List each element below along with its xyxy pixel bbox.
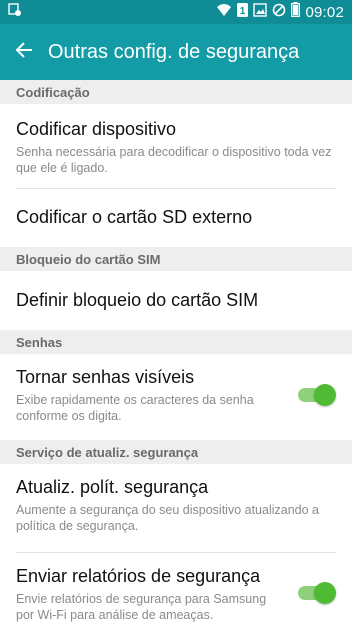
- setting-title: Definir bloqueio do cartão SIM: [16, 290, 259, 310]
- settings-list: Codificação Codificar dispositivo Senha …: [0, 80, 352, 625]
- image-icon: [253, 2, 268, 22]
- setting-title: Codificar o cartão SD externo: [16, 207, 253, 227]
- setting-summary: Envie relatórios de segurança para Samsu…: [16, 592, 267, 622]
- sim-label: 1: [240, 6, 246, 17]
- setting-summary: Senha necessária para decodificar o disp…: [16, 145, 332, 175]
- setting-enviar-relatorios[interactable]: Enviar relatórios de segurança Envie rel…: [0, 553, 352, 625]
- setting-codificar-dispositivo[interactable]: Codificar dispositivo Senha necessária p…: [0, 104, 352, 188]
- status-left: [8, 2, 22, 22]
- setting-title: Codificar dispositivo: [16, 119, 177, 139]
- setting-title: Enviar relatórios de segurança: [16, 566, 261, 586]
- page-title: Outras config. de segurança: [48, 40, 300, 63]
- setting-summary: Exibe rapidamente os caracteres da senha…: [16, 393, 254, 423]
- switch-thumb: [314, 384, 336, 406]
- battery-icon: [291, 2, 301, 22]
- sim-icon: 1: [237, 2, 249, 22]
- status-right: 1 09:02: [216, 2, 344, 22]
- status-time: 09:02: [305, 3, 344, 21]
- toggle-switch-senhas[interactable]: [298, 384, 336, 406]
- section-header-senhas: Senhas: [0, 330, 352, 354]
- setting-codificar-cartao-sd[interactable]: Codificar o cartão SD externo: [0, 189, 352, 247]
- switch-thumb: [314, 582, 336, 604]
- arrow-back-icon: [15, 41, 33, 64]
- section-header-servico: Serviço de atualiz. segurança: [0, 440, 352, 464]
- status-bar: 1 09:02: [0, 0, 352, 24]
- setting-title: Atualiz. polít. segurança: [16, 477, 209, 497]
- blocked-icon: [272, 3, 286, 22]
- notification-icon: [8, 2, 22, 22]
- setting-atualiz-polit-seguranca[interactable]: Atualiz. polít. segurança Aumente a segu…: [0, 464, 352, 552]
- app-bar: Outras config. de segurança: [0, 24, 352, 80]
- section-header-codificacao: Codificação: [0, 80, 352, 104]
- wifi-icon: [216, 3, 232, 22]
- back-button[interactable]: [0, 24, 48, 80]
- section-header-bloqueio-sim: Bloqueio do cartão SIM: [0, 247, 352, 271]
- setting-tornar-senhas-visiveis[interactable]: Tornar senhas visíveis Exibe rapidamente…: [0, 354, 352, 440]
- setting-definir-bloqueio-sim[interactable]: Definir bloqueio do cartão SIM: [0, 271, 352, 330]
- setting-title: Tornar senhas visíveis: [16, 367, 195, 387]
- toggle-switch-relatorios[interactable]: [298, 582, 336, 604]
- setting-summary: Aumente a segurança do seu dispositivo a…: [16, 503, 319, 533]
